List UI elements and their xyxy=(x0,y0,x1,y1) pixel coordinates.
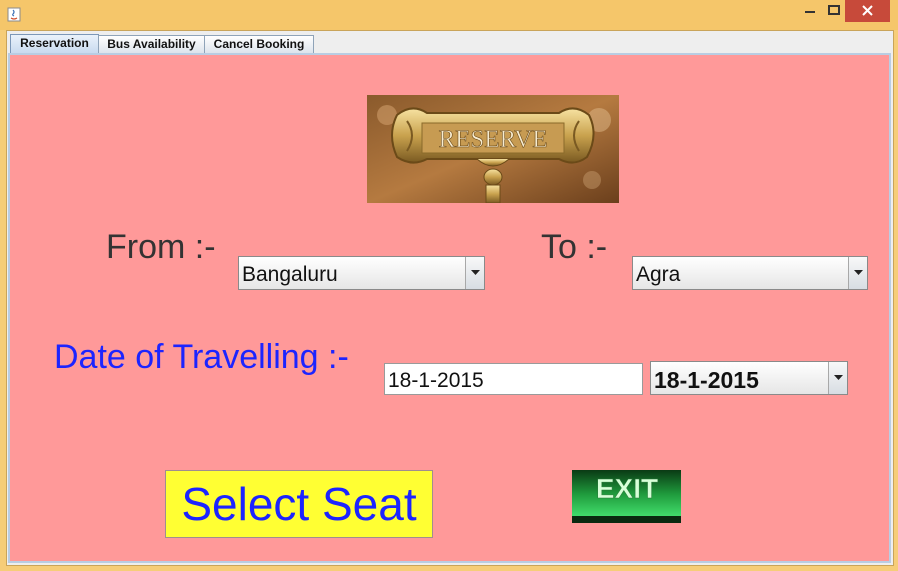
reservation-panel: RESERVE From :- Bangaluru To :- Agra Dat… xyxy=(8,53,891,563)
tab-cancel-booking[interactable]: Cancel Booking xyxy=(204,35,314,53)
exit-label: EXIT xyxy=(596,473,658,504)
chevron-down-icon xyxy=(834,375,843,380)
chevron-down-icon xyxy=(471,270,480,275)
close-button[interactable] xyxy=(845,0,890,22)
reserve-banner-image: RESERVE xyxy=(367,95,619,203)
exit-button[interactable]: EXIT xyxy=(572,470,681,523)
tab-strip: Reservation Bus Availability Cancel Book… xyxy=(7,33,893,55)
to-selected-value: Agra xyxy=(636,263,681,286)
date-text-field[interactable]: 18-1-2015 xyxy=(384,363,643,395)
main-frame: Reservation Bus Availability Cancel Book… xyxy=(6,30,894,566)
tab-bus-availability[interactable]: Bus Availability xyxy=(98,35,205,53)
close-icon xyxy=(862,5,873,16)
to-label: To :- xyxy=(541,228,608,266)
from-selected-value: Bangaluru xyxy=(242,263,338,286)
from-dropdown-button[interactable] xyxy=(465,257,484,289)
chevron-down-icon xyxy=(854,270,863,275)
date-label: Date of Travelling :- xyxy=(54,338,349,376)
java-app-icon xyxy=(7,7,21,22)
date-dropdown-button[interactable] xyxy=(828,362,847,394)
to-combobox[interactable]: Agra xyxy=(632,256,868,290)
tab-reservation[interactable]: Reservation xyxy=(10,34,99,54)
banner-text: RESERVE xyxy=(438,126,547,153)
date-picker-combobox[interactable]: 18-1-2015 xyxy=(650,361,848,395)
from-label: From :- xyxy=(106,228,216,266)
minimize-button[interactable] xyxy=(796,0,824,22)
date-field-value: 18-1-2015 xyxy=(388,369,484,392)
select-seat-button[interactable]: Select Seat xyxy=(165,470,433,538)
from-combobox[interactable]: Bangaluru xyxy=(238,256,485,290)
date-picker-value: 18-1-2015 xyxy=(654,367,759,393)
maximize-button[interactable] xyxy=(824,0,844,22)
to-dropdown-button[interactable] xyxy=(848,257,867,289)
minimize-icon xyxy=(805,11,815,13)
maximize-icon xyxy=(828,5,840,15)
window-titlebar xyxy=(0,0,898,30)
